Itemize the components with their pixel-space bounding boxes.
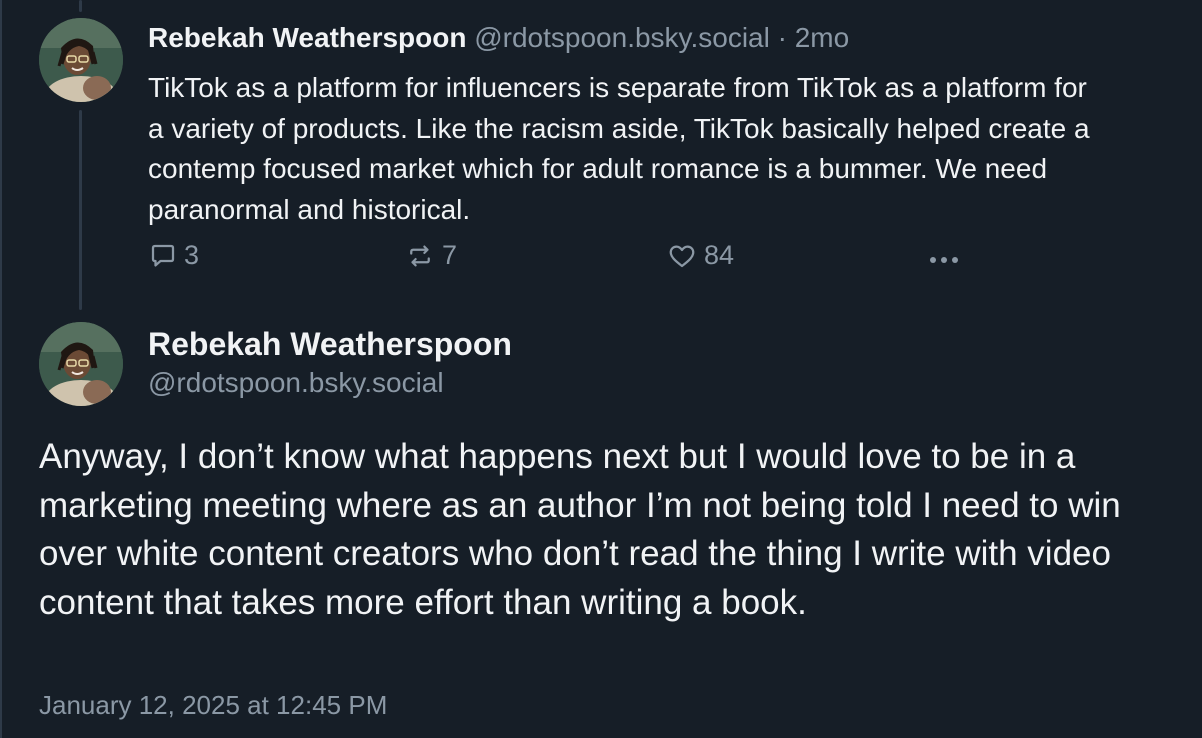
like-button[interactable]: 84 xyxy=(666,240,734,271)
post-thread-view: Rebekah Weatherspoon @rdotspoon.bsky.soc… xyxy=(0,0,1202,738)
more-options-button[interactable] xyxy=(924,246,964,274)
reply-count: 3 xyxy=(184,240,200,270)
ellipsis-icon xyxy=(930,257,958,263)
repost-icon xyxy=(410,245,430,266)
avatar-image xyxy=(39,18,123,102)
post-text: TikTok as a platform for influencers is … xyxy=(148,72,1090,225)
post-header: Rebekah Weatherspoon @rdotspoon.bsky.soc… xyxy=(148,22,849,54)
author-name[interactable]: Rebekah Weatherspoon xyxy=(148,22,466,53)
thread-connector-line xyxy=(79,110,82,310)
thread-line-top xyxy=(79,0,82,12)
author-handle[interactable]: @rdotspoon.bsky.social xyxy=(148,367,444,399)
reply-button[interactable]: 3 xyxy=(148,240,199,271)
avatar[interactable] xyxy=(39,18,123,102)
separator-dot: · xyxy=(777,22,787,53)
author-name[interactable]: Rebekah Weatherspoon xyxy=(148,326,512,363)
repost-button[interactable]: 7 xyxy=(404,240,457,271)
post-timestamp: January 12, 2025 at 12:45 PM xyxy=(39,690,388,720)
heart-icon xyxy=(669,245,695,267)
post-text: Anyway, I don’t know what happens next b… xyxy=(39,437,1121,622)
post-age[interactable]: 2mo xyxy=(795,22,849,53)
avatar[interactable] xyxy=(39,322,123,406)
author-handle[interactable]: @rdotspoon.bsky.social xyxy=(474,22,770,53)
like-count: 84 xyxy=(704,240,735,270)
comment-icon xyxy=(151,244,175,266)
repost-count: 7 xyxy=(442,240,458,270)
avatar-image xyxy=(39,322,123,406)
post-actions: 3 7 84 xyxy=(148,240,978,280)
